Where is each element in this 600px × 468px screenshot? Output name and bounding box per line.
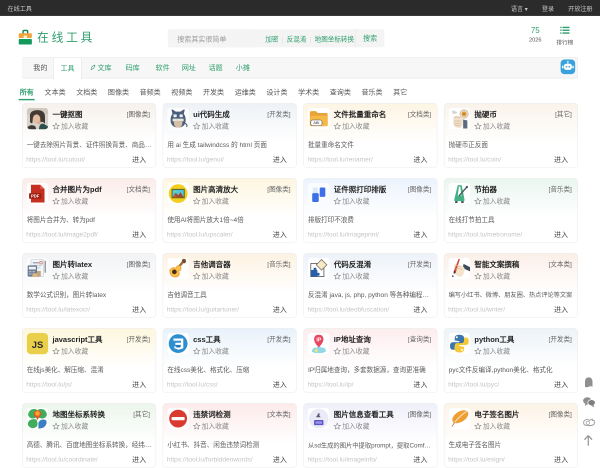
svg-text:PDF: PDF (31, 194, 40, 199)
svg-text:IP: IP (316, 337, 321, 343)
svg-text:JS: JS (32, 340, 43, 350)
svg-text:ABI: ABI (313, 121, 319, 125)
